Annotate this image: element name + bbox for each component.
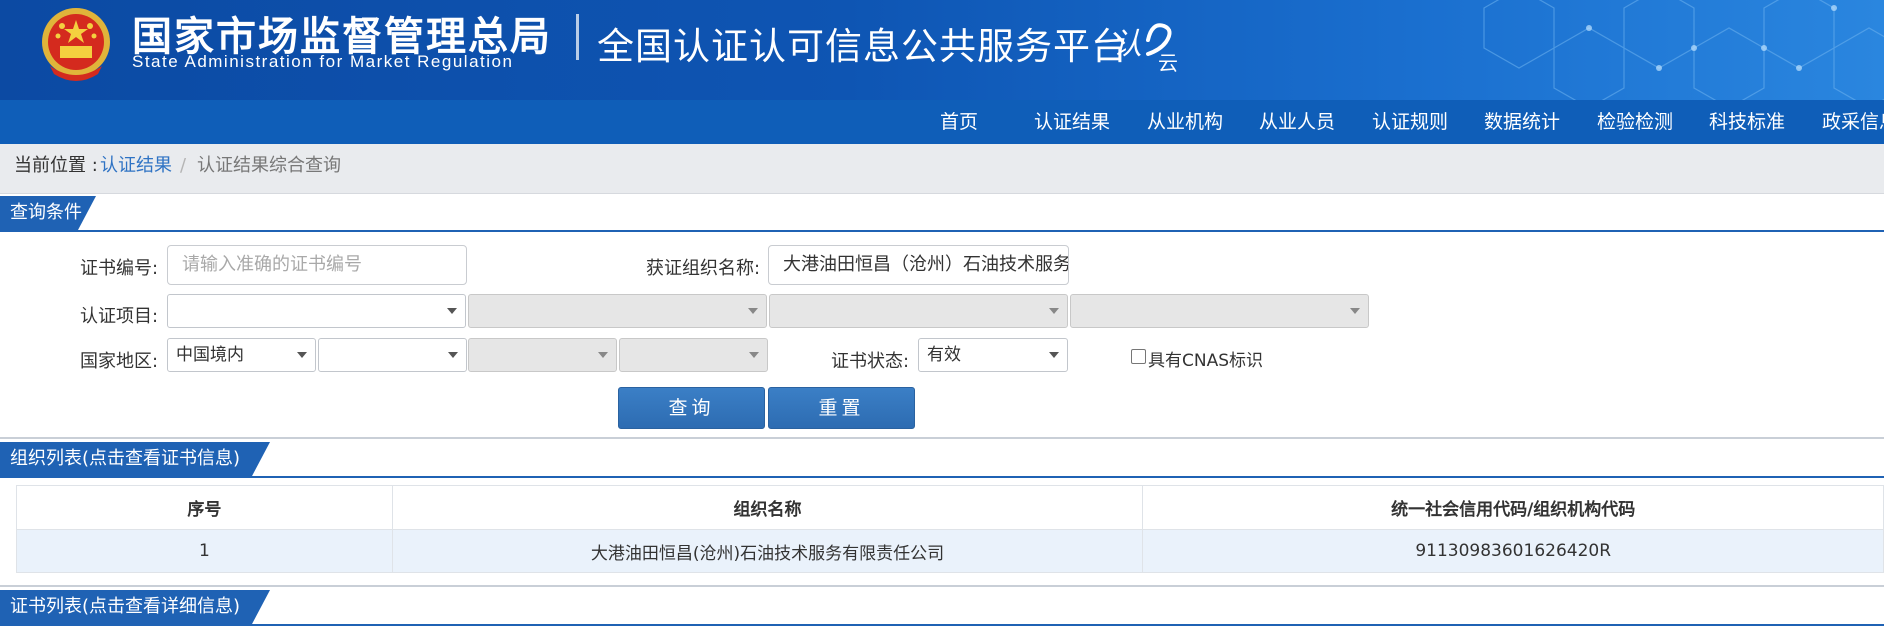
nav-item-statistics[interactable]: 数据统计 (1484, 100, 1560, 144)
cert-no-input[interactable]: 请输入准确的证书编号 (167, 245, 467, 285)
region-country-select[interactable]: 中国境内 (167, 338, 316, 372)
cert-item-select-1[interactable] (167, 294, 466, 328)
chevron-down-icon (598, 352, 608, 358)
region-district-select (619, 338, 768, 372)
query-section-header: 查询条件 (0, 196, 1884, 232)
hexagon-pattern-decoration (1483, 0, 1884, 100)
chevron-down-icon (1049, 308, 1059, 314)
column-header-index: 序号 (16, 485, 393, 530)
section-divider (0, 437, 1884, 439)
chevron-down-icon (447, 308, 457, 314)
table-row[interactable]: 1 大港油田恒昌(沧州)石油技术服务有限责任公司 911309836016264… (16, 529, 1884, 573)
cert-status-label: 证书状态: (831, 351, 910, 372)
org-name-label: 获证组织名称: (646, 258, 761, 279)
org-list-section-title: 组织列表(点击查看证书信息) (0, 442, 270, 476)
cert-list-section-header: 证书列表(点击查看详细信息) (0, 590, 1884, 626)
breadcrumb-prefix: 当前位置 : (14, 155, 98, 176)
main-nav: 首页 认证结果 从业机构 从业人员 认证规则 数据统计 检验检测 科技标准 政采… (0, 100, 1884, 144)
query-section-title: 查询条件 (0, 196, 96, 230)
breadcrumb-link-cert-results[interactable]: 认证结果 (100, 144, 172, 188)
org-list-table: 序号 组织名称 统一社会信用代码/组织机构代码 1 大港油田恒昌(沧州)石油技术… (16, 485, 1884, 573)
chevron-down-icon (448, 352, 458, 358)
nav-item-institutions[interactable]: 从业机构 (1147, 100, 1223, 144)
national-emblem-icon (42, 8, 110, 81)
chevron-down-icon (748, 308, 758, 314)
renzheng-cloud-logo-icon: 认 云 (1112, 23, 1178, 74)
agency-title-en: State Administration for Market Regulati… (132, 52, 514, 71)
site-header: 国家市场监督管理总局 State Administration for Mark… (0, 0, 1884, 100)
cert-status-select[interactable]: 有效 (918, 338, 1068, 372)
column-header-org-name: 组织名称 (391, 485, 1144, 530)
region-label: 国家地区: (80, 351, 159, 372)
reset-button[interactable]: 重置 (768, 387, 915, 429)
title-divider (576, 14, 579, 60)
chevron-down-icon (749, 352, 759, 358)
cert-status-value: 有效 (927, 345, 961, 365)
cert-item-select-3 (769, 294, 1068, 328)
breadcrumb-separator: / (180, 155, 187, 176)
nav-item-personnel[interactable]: 从业人员 (1259, 100, 1335, 144)
cert-item-label: 认证项目: (80, 306, 159, 327)
row-org-name[interactable]: 大港油田恒昌(沧州)石油技术服务有限责任公司 (391, 529, 1144, 573)
nav-item-inspection[interactable]: 检验检测 (1597, 100, 1673, 144)
nav-item-procurement[interactable]: 政采信息 (1822, 100, 1884, 144)
row-credit-code: 91130983601626420R (1142, 529, 1884, 573)
cnas-checkbox[interactable] (1131, 349, 1146, 364)
cnas-label: 具有CNAS标识 (1148, 351, 1264, 371)
cert-list-section-title: 证书列表(点击查看详细信息) (0, 590, 270, 624)
platform-title: 全国认证认可信息公共服务平台 (597, 25, 1129, 68)
svg-text:认: 认 (1112, 27, 1142, 62)
org-list-section-header: 组织列表(点击查看证书信息) (0, 442, 1884, 478)
nav-item-cert-results[interactable]: 认证结果 (1034, 100, 1110, 144)
nav-item-cert-rules[interactable]: 认证规则 (1372, 100, 1448, 144)
search-button[interactable]: 查询 (618, 387, 765, 429)
cert-no-label: 证书编号: (80, 258, 159, 279)
nav-item-home[interactable]: 首页 (940, 100, 978, 144)
breadcrumb: 当前位置 : 认证结果 / 认证结果综合查询 (0, 144, 1884, 194)
region-country-value: 中国境内 (176, 345, 244, 365)
org-name-input[interactable]: 大港油田恒昌（沧州）石油技术服务 (768, 245, 1069, 285)
svg-text:云: 云 (1158, 51, 1178, 74)
table-header-row: 序号 组织名称 统一社会信用代码/组织机构代码 (16, 485, 1884, 530)
column-header-credit-code: 统一社会信用代码/组织机构代码 (1142, 485, 1884, 530)
cert-item-select-4 (1070, 294, 1369, 328)
row-index: 1 (16, 529, 393, 573)
breadcrumb-current: 认证结果综合查询 (197, 155, 341, 176)
chevron-down-icon (297, 352, 307, 358)
cert-item-select-2 (468, 294, 767, 328)
section-divider (0, 585, 1884, 587)
region-province-select[interactable] (318, 338, 467, 372)
chevron-down-icon (1049, 352, 1059, 358)
nav-item-tech-standards[interactable]: 科技标准 (1709, 100, 1785, 144)
chevron-down-icon (1350, 308, 1360, 314)
region-city-select (468, 338, 617, 372)
